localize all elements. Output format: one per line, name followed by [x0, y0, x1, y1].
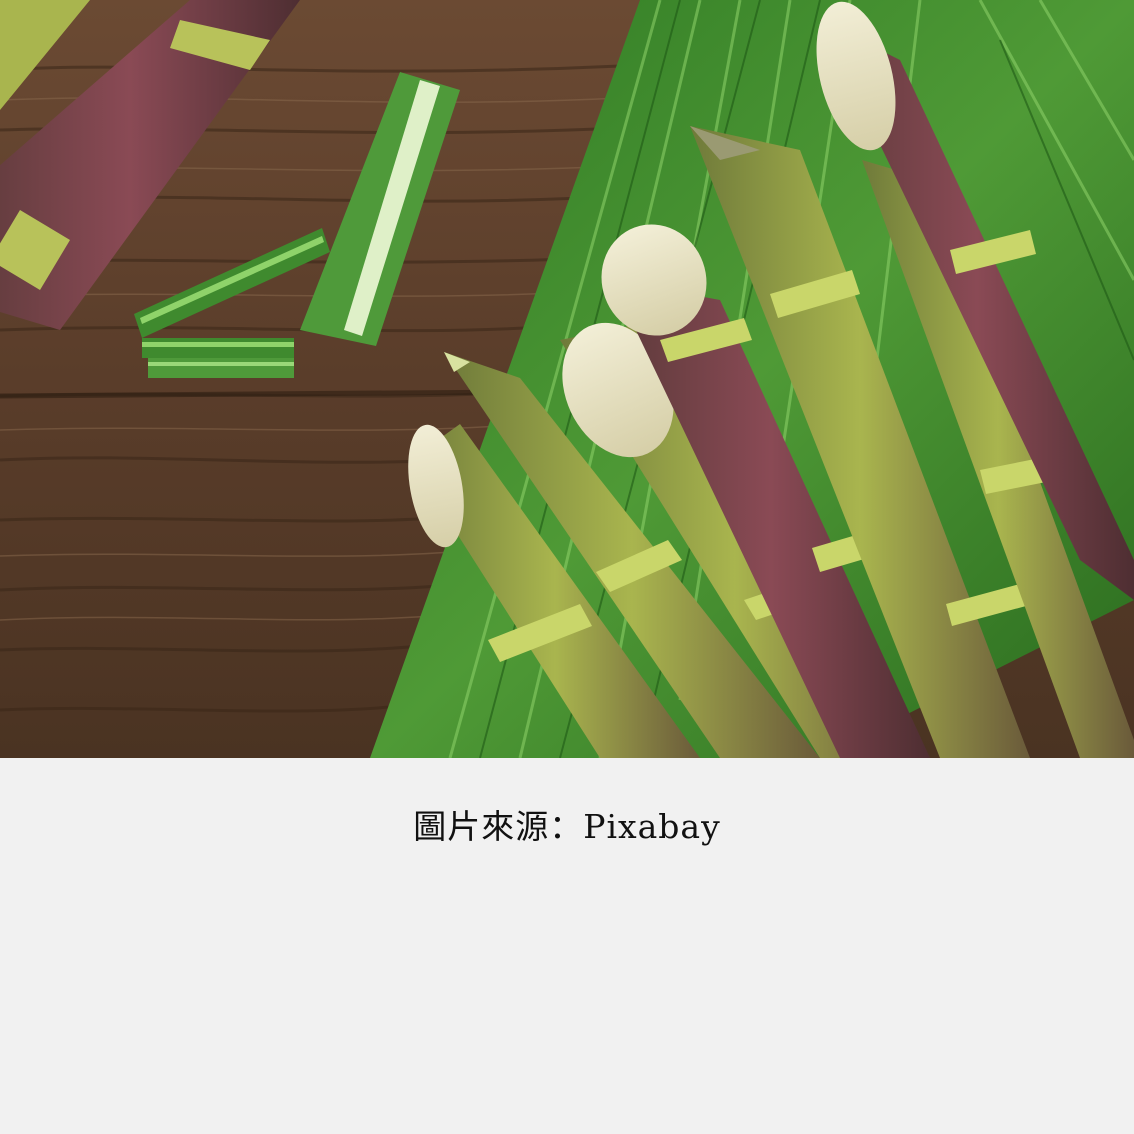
sugarcane-photo [0, 0, 1134, 758]
image-source-caption: 圖片來源：Pixabay [413, 807, 721, 846]
